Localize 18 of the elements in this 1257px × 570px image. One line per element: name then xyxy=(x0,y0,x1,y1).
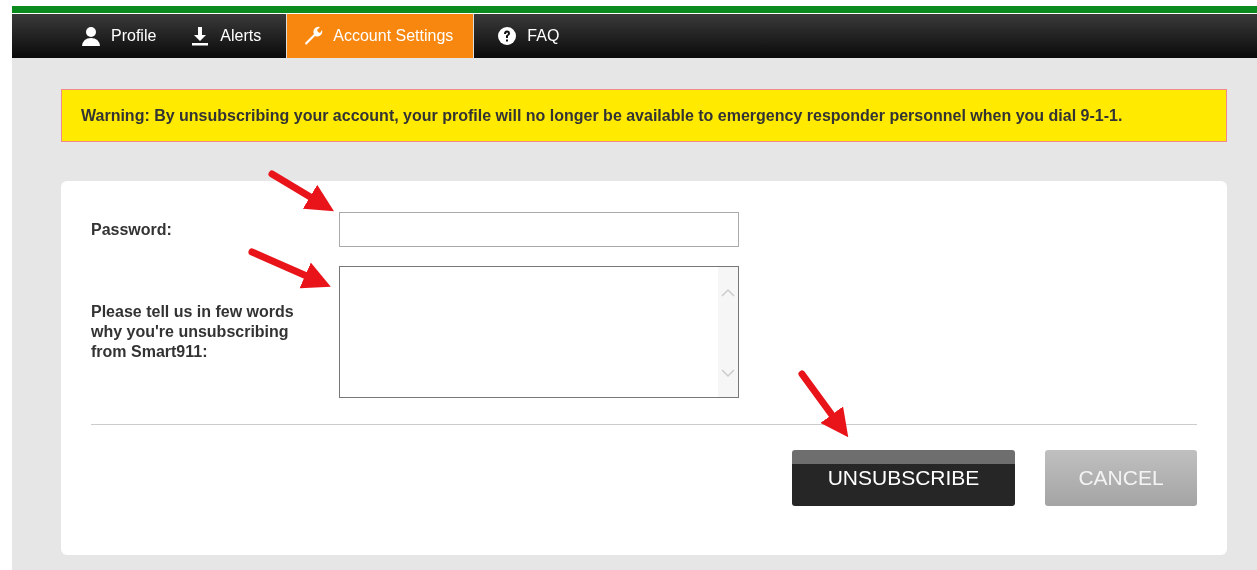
wrench-icon xyxy=(303,26,324,46)
password-label: Password: xyxy=(91,219,173,240)
arrow xyxy=(798,370,849,438)
scroll-up-icon[interactable] xyxy=(721,287,735,297)
warning-text: Warning: By unsubscribing your account, your profile will no longer be available to emergency responder personnel when you dial 9-1-1. xyxy=(81,106,1123,125)
download-icon xyxy=(190,26,211,46)
scrollbar[interactable] xyxy=(718,267,738,397)
user-icon xyxy=(81,26,101,46)
nav-tab[interactable]: FAQ xyxy=(480,14,577,58)
unsubscribe-button[interactable]: UNSUBSCRIBE xyxy=(792,450,1015,506)
reason-field[interactable] xyxy=(339,266,739,398)
nav-tab[interactable]: Profile xyxy=(64,14,174,58)
arrow xyxy=(268,170,334,212)
nav-tab[interactable]: Alerts xyxy=(173,14,279,58)
reason-label: Please tell us in few words why you're unsubscribing from Smart911: xyxy=(91,302,295,362)
password-field[interactable] xyxy=(339,212,739,247)
help-icon xyxy=(497,26,518,46)
scroll-down-icon[interactable] xyxy=(721,369,735,379)
